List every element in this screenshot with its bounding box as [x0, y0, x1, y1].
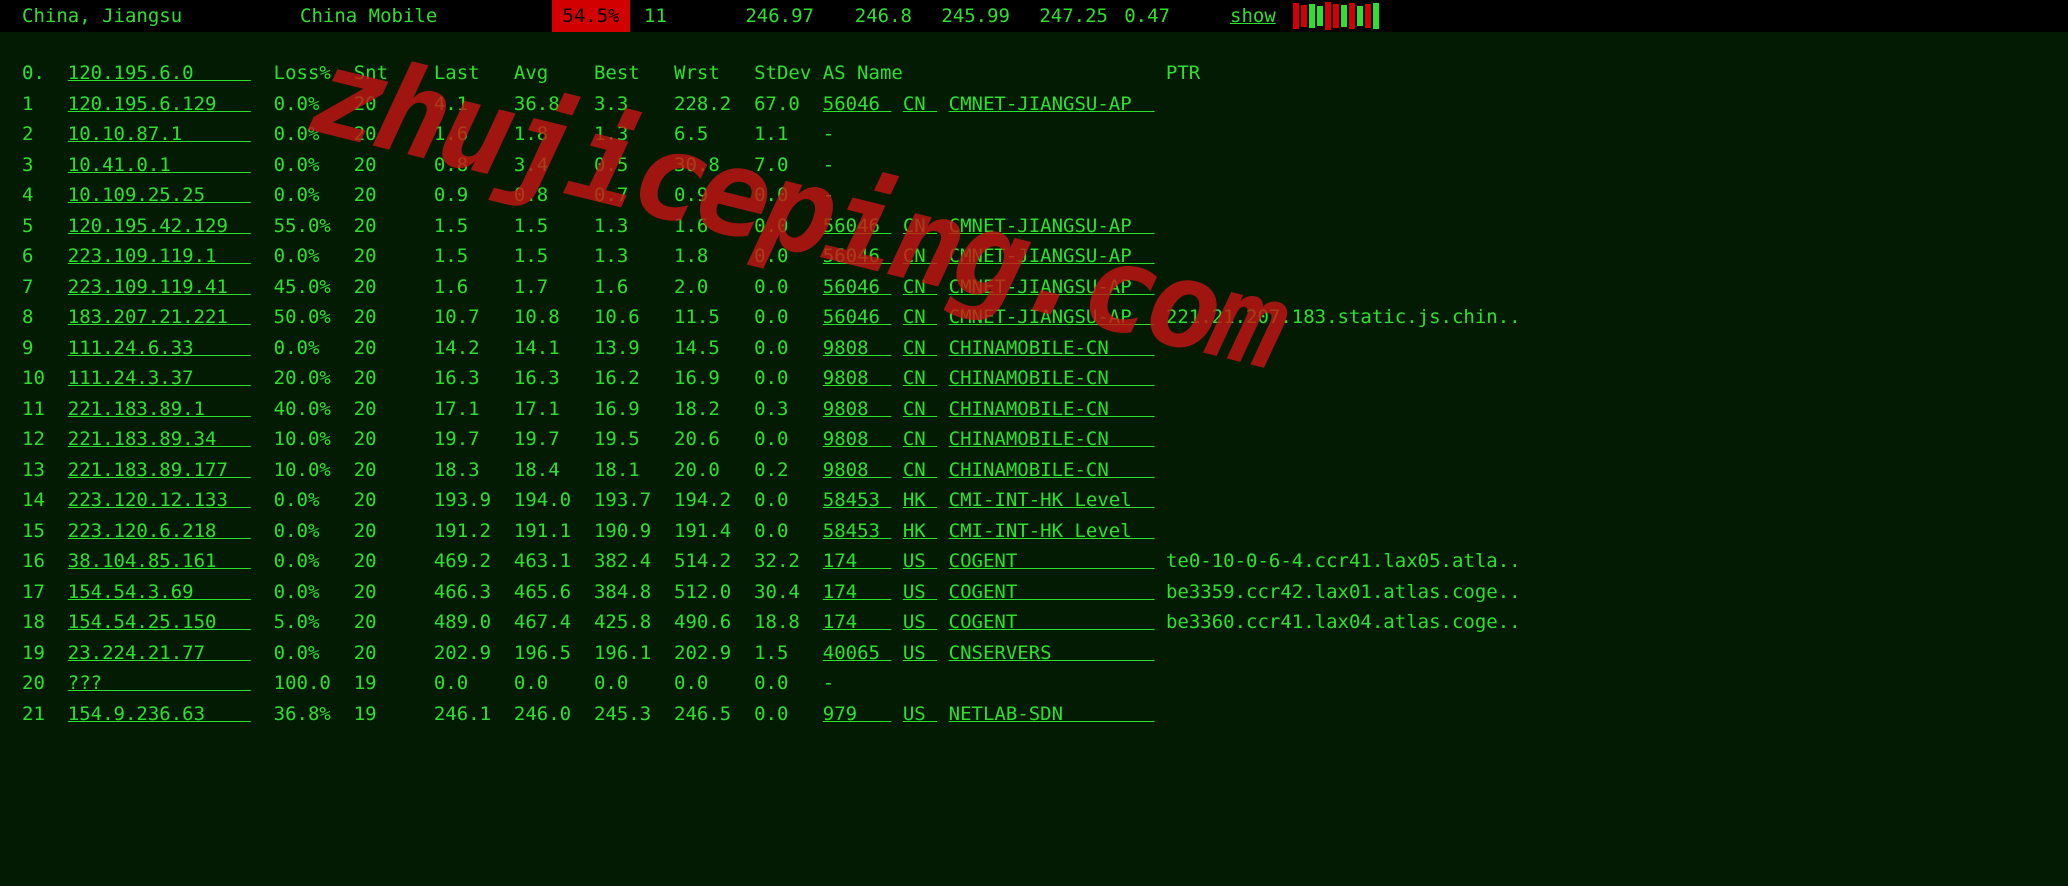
isp: China Mobile [300, 5, 552, 27]
sparkline [1292, 0, 1380, 32]
show-link[interactable]: show [1230, 5, 1276, 27]
best-ping: 245.99 [918, 5, 1016, 27]
worst-ping: 247.25 [1016, 5, 1114, 27]
traceroute-table: 0. 120.195.6.0 Loss% Snt Last Avg Best W… [22, 58, 1543, 729]
last-ping: 246.97 [722, 5, 820, 27]
sent-count: 11 [630, 5, 722, 27]
loss-pct: 54.5% [552, 0, 630, 32]
summary-bar: China, Jiangsu China Mobile 54.5% 11 246… [0, 0, 2068, 32]
location: China, Jiangsu [0, 5, 300, 27]
stdev: 0.47 [1114, 5, 1170, 27]
avg-ping: 246.8 [820, 5, 918, 27]
